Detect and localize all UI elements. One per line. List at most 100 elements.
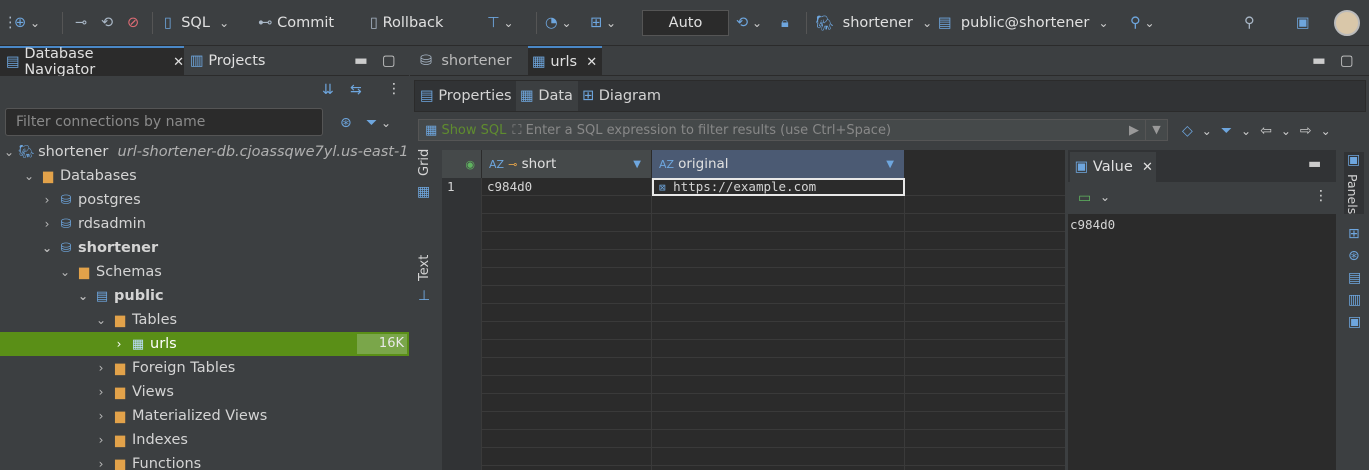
back-icon[interactable]: ⇦	[1260, 123, 1272, 139]
collapse-all-icon[interactable]: ⇊	[322, 82, 334, 98]
maximize-icon[interactable]: ▢	[382, 46, 396, 76]
disconnect-icon[interactable]: ⊘	[127, 11, 139, 35]
lock-icon[interactable]: 🔒︎	[781, 11, 789, 35]
column-header-original[interactable]: AZ original ▼	[652, 150, 905, 178]
minimize-icon[interactable]: ▬	[1308, 156, 1321, 172]
left-panel: ▤ Database Navigator ✕ ▥ Projects ▬ ▢ ⇊ …	[0, 46, 409, 470]
cell-original[interactable]: ⊠ https://example.com	[652, 178, 905, 196]
text-view-tab[interactable]: Text	[417, 255, 432, 281]
filter-expression-input[interactable]: Enter a SQL expression to filter results…	[526, 123, 891, 138]
empty-cell	[442, 394, 482, 412]
save-icon[interactable]: ▭	[1078, 190, 1091, 206]
connect-icon[interactable]: ⊸	[75, 11, 87, 35]
link-editor-icon[interactable]: ⇆	[350, 82, 362, 98]
empty-row	[442, 358, 1065, 376]
close-icon[interactable]: ✕	[1142, 160, 1153, 175]
transaction-mode-icon[interactable]: ⊤ ⌄	[487, 11, 514, 35]
apply-filter-icon[interactable]: ▶	[1129, 123, 1139, 138]
subtab-properties[interactable]: ▤ Properties	[415, 81, 513, 111]
minimize-icon[interactable]: ▬	[354, 46, 368, 76]
dashboard-icon[interactable]: ◔ ⌄	[545, 11, 572, 35]
text-icon: ⊥	[418, 288, 431, 304]
value-content[interactable]: c984d0	[1068, 214, 1336, 470]
aggregate-icon[interactable]: ▤	[1348, 270, 1361, 286]
eraser-icon[interactable]: ◇	[1182, 123, 1193, 139]
show-sql-button[interactable]: ▦ Show SQL	[425, 123, 506, 138]
folder-icon: ▆	[115, 432, 125, 448]
references-icon[interactable]: ⊛	[1348, 248, 1360, 264]
empty-cell	[652, 358, 905, 376]
subtab-diagram[interactable]: ⊞ Diagram	[580, 81, 661, 111]
tree-item-functions[interactable]: › ▆ Functions	[0, 452, 409, 470]
new-connection-icon[interactable]: ⊕ ⌄	[14, 11, 40, 35]
tab-value[interactable]: ▣ Value ✕	[1070, 152, 1156, 182]
filter-icon[interactable]: ⏷	[1221, 123, 1232, 139]
connection-filter-icon[interactable]: ⊛	[340, 115, 352, 131]
reconnect-icon[interactable]: ⟲	[101, 11, 113, 35]
value-viewer-icon[interactable]: ▣	[1348, 314, 1361, 330]
tree-item-postgres[interactable]: › ⛁ postgres	[0, 188, 409, 212]
tree-item-public[interactable]: ⌄ ▤ public	[0, 284, 409, 308]
tree-item-indexes[interactable]: › ▆ Indexes	[0, 428, 409, 452]
table-row[interactable]: 1 c984d0 ⊠ https://example.com	[442, 178, 1065, 196]
sort-icon[interactable]: ▼	[633, 159, 641, 170]
cell-short[interactable]: c984d0	[482, 178, 652, 196]
sql-editor-button[interactable]: ▯ SQL ⌄	[164, 11, 229, 35]
navigator-tree: ⌄ 🐘︎ shortener url-shortener-db.cjoassqwe7…	[0, 140, 409, 470]
tree-item-views[interactable]: › ▆ Views	[0, 380, 409, 404]
forward-icon[interactable]: ⇨	[1300, 123, 1312, 139]
sort-icon[interactable]: ▼	[886, 159, 894, 170]
expand-icon[interactable]: ⛶	[512, 123, 521, 138]
maximize-icon[interactable]: ▢	[1340, 46, 1354, 76]
select-all-icon[interactable]: ◉	[465, 158, 475, 171]
tree-item-urls[interactable]: › ▦ urls 16K	[0, 332, 409, 356]
tree-item-databases[interactable]: ⌄ ▆ Databases	[0, 164, 409, 188]
tab-urls[interactable]: ▦ urls ✕	[528, 46, 602, 76]
database-icon: ⛁	[60, 192, 72, 208]
tab-database-navigator[interactable]: ▤ Database Navigator ✕	[0, 46, 184, 78]
projects-icon: ▥	[190, 53, 204, 69]
empty-cell	[482, 304, 652, 322]
commit-button[interactable]: ⊷ Commit	[258, 11, 334, 35]
minimize-icon[interactable]: ▬	[1312, 46, 1326, 76]
tree-item-tables[interactable]: ⌄ ▆ Tables	[0, 308, 409, 332]
grid-view-tab[interactable]: Grid	[417, 149, 432, 176]
metadata-icon[interactable]: ⊞	[1348, 226, 1360, 242]
active-datasource-selector[interactable]: 🐘︎ shortener ⌄	[815, 11, 932, 35]
empty-row	[442, 304, 1065, 322]
tab-label: Database Navigator	[24, 46, 96, 78]
perspective-icon[interactable]: ▣	[1296, 11, 1310, 35]
history-icon[interactable]: ⟲ ⌄	[736, 11, 762, 35]
schema-compare-icon[interactable]: ⊞ ⌄	[590, 11, 616, 35]
avatar[interactable]	[1334, 10, 1360, 36]
tree-item-rdsadmin[interactable]: › ⛁ rdsadmin	[0, 212, 409, 236]
calc-icon[interactable]: ▥	[1348, 292, 1361, 308]
filter-settings-icon[interactable]: ⏷ ⌄	[366, 115, 391, 131]
close-icon[interactable]: ✕	[173, 55, 184, 70]
chevron-down-icon[interactable]: ⌄	[1100, 190, 1110, 204]
filter-history-icon[interactable]: ▼	[1145, 120, 1167, 140]
view-menu-icon[interactable]: ⋮	[387, 81, 401, 97]
tree-item-foreign-tables[interactable]: › ▆ Foreign Tables	[0, 356, 409, 380]
tab-projects[interactable]: ▥ Projects	[186, 46, 265, 76]
empty-cell	[442, 322, 482, 340]
panel-menu-icon[interactable]: ⋮	[1314, 188, 1328, 204]
tree-item-shortener-connection[interactable]: ⌄ 🐘︎ shortener url-shortener-db.cjoassqwe7…	[0, 140, 409, 164]
tab-shortener[interactable]: ⛁ shortener	[414, 46, 528, 76]
tree-item-materialized-views[interactable]: › ▆ Materialized Views	[0, 404, 409, 428]
rollback-button[interactable]: ▯ Rollback	[370, 11, 443, 35]
empty-cell	[652, 214, 905, 232]
properties-icon: ▤	[420, 88, 434, 104]
active-schema-selector[interactable]: ▤ public@shortener ⌄	[938, 11, 1109, 35]
search-icon[interactable]: ⚲ ⌄	[1130, 11, 1155, 35]
close-icon[interactable]: ✕	[586, 55, 597, 70]
global-search-icon[interactable]: ⚲	[1244, 11, 1255, 35]
tree-item-shortener-db[interactable]: ⌄ ⛁ shortener	[0, 236, 409, 260]
column-header-short[interactable]: AZ ⊸ short ▼	[482, 150, 652, 178]
tree-item-schemas[interactable]: ⌄ ▆ Schemas	[0, 260, 409, 284]
connection-filter-input[interactable]: Filter connections by name	[5, 108, 323, 136]
subtab-data[interactable]: ▦ Data	[516, 81, 578, 111]
empty-cell	[482, 286, 652, 304]
panels-toggle[interactable]: ▣ Panels	[1344, 152, 1364, 214]
transaction-mode-selector[interactable]: Auto	[642, 10, 729, 36]
